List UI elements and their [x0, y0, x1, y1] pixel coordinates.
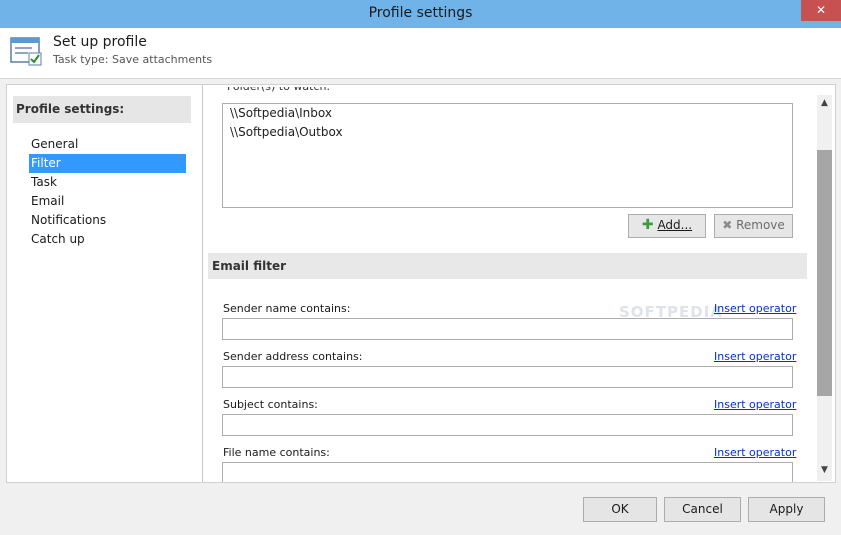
page-header: Set up profile Task type: Save attachmen…: [0, 28, 841, 79]
folders-list[interactable]: \\Softpedia\Inbox \\Softpedia\Outbox: [222, 103, 793, 208]
apply-button[interactable]: Apply: [748, 497, 825, 522]
insert-operator-link[interactable]: Insert operator: [714, 302, 796, 315]
vertical-scrollbar[interactable]: ▲ ▼: [817, 95, 832, 481]
subject-label: Subject contains:: [223, 398, 318, 411]
close-button[interactable]: ✕: [801, 0, 841, 21]
plus-icon: ✚: [641, 217, 654, 233]
insert-operator-link[interactable]: Insert operator: [714, 446, 796, 459]
add-folder-button[interactable]: ✚ Add...: [628, 214, 706, 238]
insert-operator-link[interactable]: Insert operator: [714, 398, 796, 411]
sidebar-item-notifications[interactable]: Notifications: [29, 211, 186, 230]
scroll-down-icon[interactable]: ▼: [817, 465, 832, 479]
close-icon: ✕: [815, 3, 827, 17]
page-title: Set up profile: [53, 34, 147, 50]
remove-folder-button[interactable]: ✖ Remove: [714, 214, 793, 238]
sender-address-label: Sender address contains:: [223, 350, 363, 363]
sidebar-item-email[interactable]: Email: [29, 192, 186, 211]
add-label: Add...: [657, 218, 693, 232]
profile-window-icon: [10, 37, 42, 66]
subject-input[interactable]: [222, 414, 793, 436]
list-item[interactable]: \\Softpedia\Outbox: [223, 123, 792, 142]
cancel-button[interactable]: Cancel: [664, 497, 741, 522]
file-name-input[interactable]: [222, 462, 793, 482]
sidebar-item-general[interactable]: General: [29, 135, 186, 154]
sender-address-input[interactable]: [222, 366, 793, 388]
window-title: Profile settings: [368, 5, 473, 21]
sender-name-input[interactable]: [222, 318, 793, 340]
scroll-up-icon[interactable]: ▲: [817, 98, 832, 112]
x-icon: ✖: [722, 218, 733, 232]
settings-content: Profile settings: General Filter Task Em…: [6, 84, 836, 483]
sidebar: Profile settings: General Filter Task Em…: [7, 85, 203, 482]
ok-button[interactable]: OK: [583, 497, 657, 522]
email-filter-heading: Email filter: [208, 253, 807, 279]
title-bar: Profile settings ✕: [0, 0, 841, 29]
scrollbar-thumb[interactable]: [817, 150, 832, 396]
sidebar-item-catch-up[interactable]: Catch up: [29, 230, 186, 249]
list-item[interactable]: \\Softpedia\Inbox: [223, 104, 792, 123]
sidebar-heading: Profile settings:: [13, 96, 191, 123]
remove-label: Remove: [736, 218, 785, 232]
sidebar-nav: General Filter Task Email Notifications …: [29, 135, 186, 249]
sidebar-item-task[interactable]: Task: [29, 173, 186, 192]
file-name-label: File name contains:: [223, 446, 330, 459]
task-type-label: Task type: Save attachments: [53, 53, 213, 66]
sender-name-label: Sender name contains:: [223, 302, 351, 315]
insert-operator-link[interactable]: Insert operator: [714, 350, 796, 363]
folders-label: Folder(s) to watch:: [227, 87, 330, 93]
sidebar-item-filter[interactable]: Filter: [29, 154, 186, 173]
